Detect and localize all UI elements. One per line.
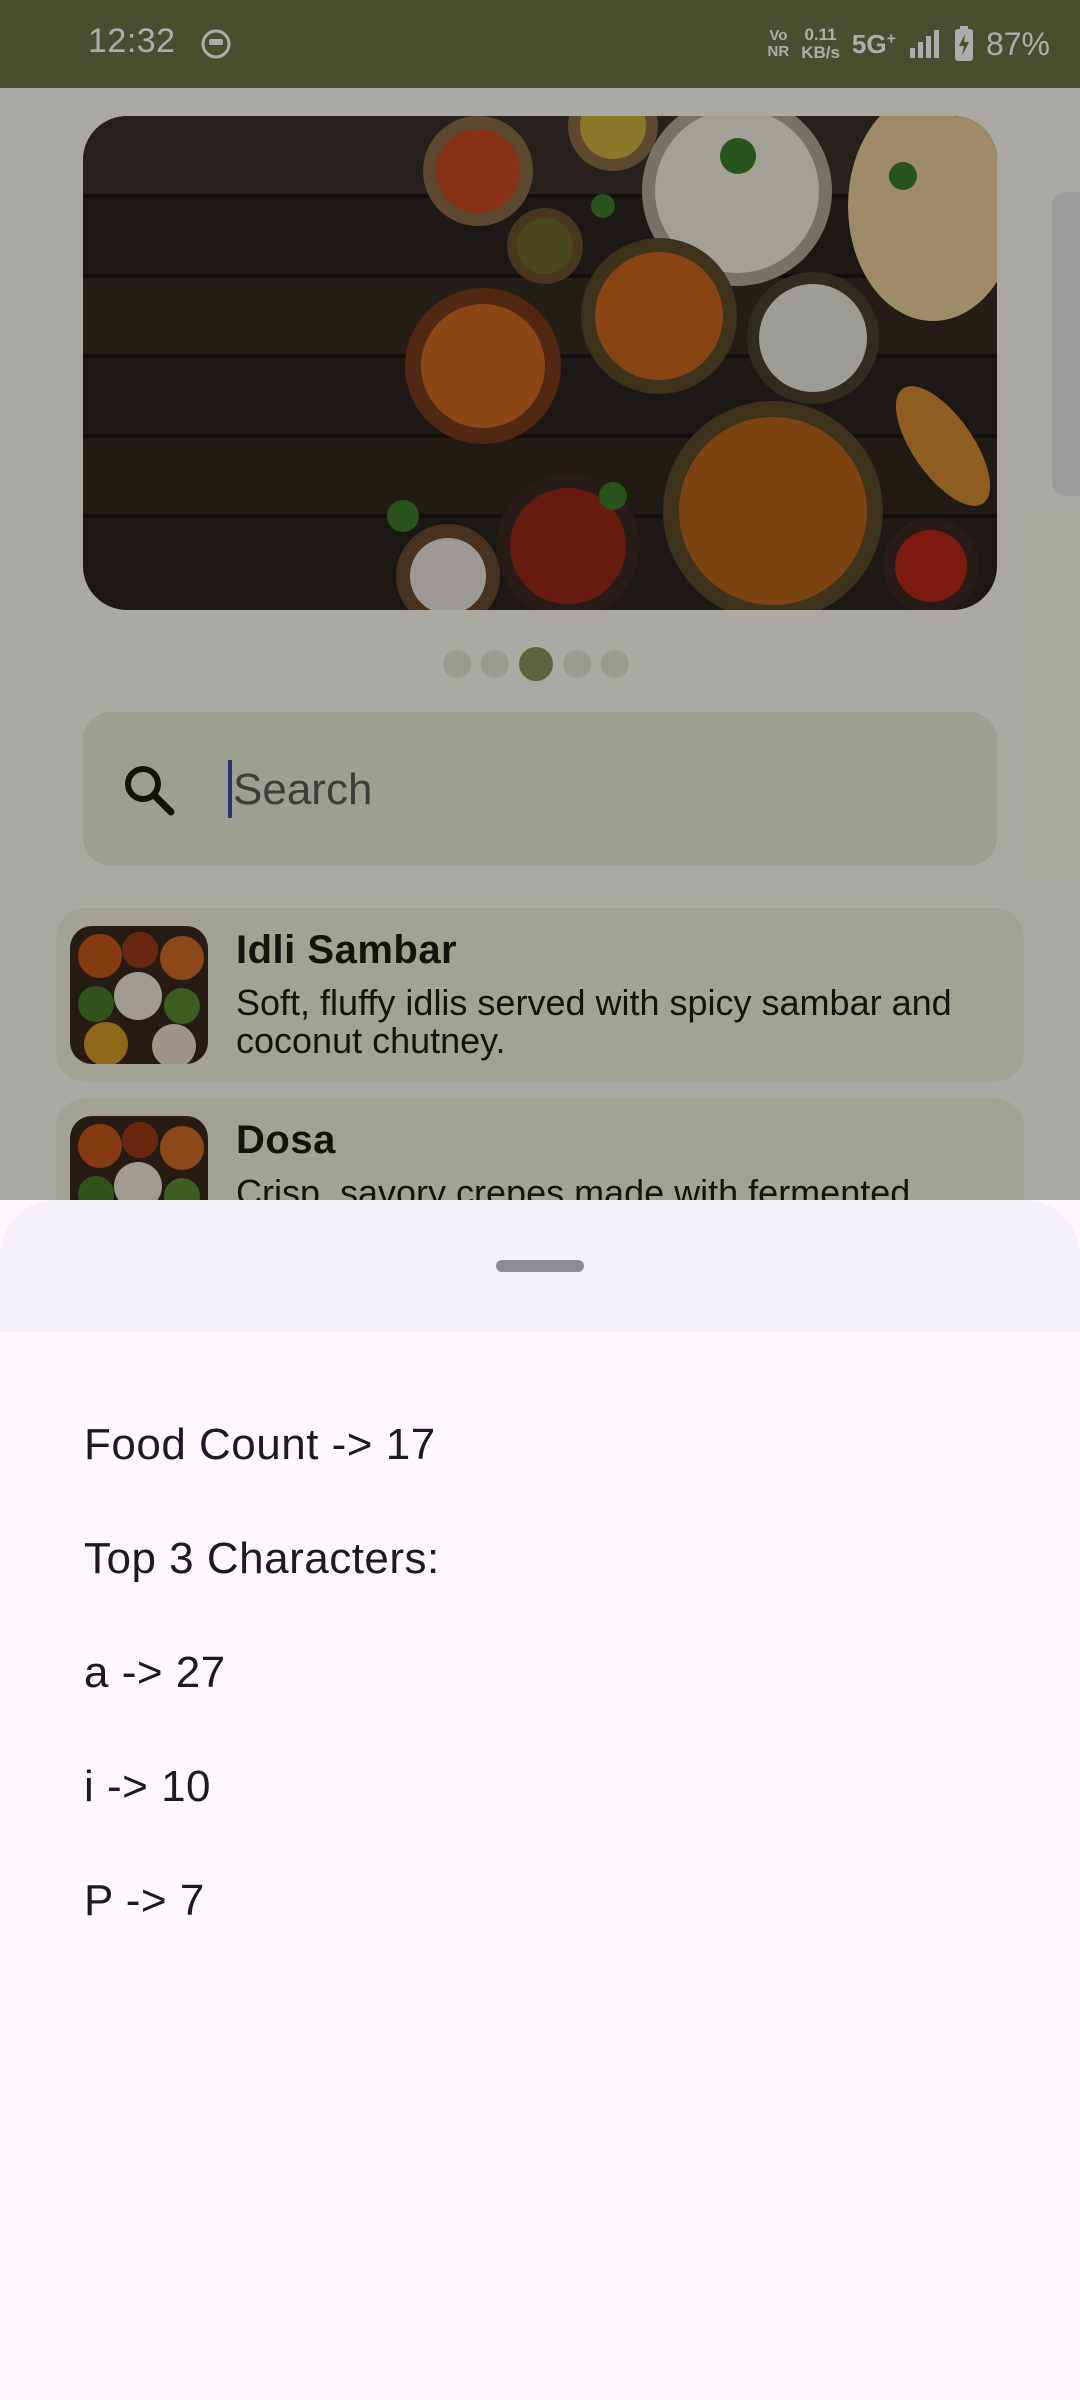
top-character-item: i -> 10 xyxy=(84,1762,212,1811)
sheet-drag-area[interactable] xyxy=(0,1200,1080,1332)
top-character-item: a -> 27 xyxy=(84,1648,226,1697)
stats-bottom-sheet: Food Count -> 17 Top 3 Characters: a -> … xyxy=(0,1200,1080,2400)
modal-scrim[interactable] xyxy=(0,0,1080,1200)
top-character-item: P -> 7 xyxy=(84,1876,205,1925)
food-count-text: Food Count -> 17 xyxy=(84,1420,436,1469)
top-characters-heading: Top 3 Characters: xyxy=(84,1534,440,1583)
drag-handle[interactable] xyxy=(496,1260,584,1272)
